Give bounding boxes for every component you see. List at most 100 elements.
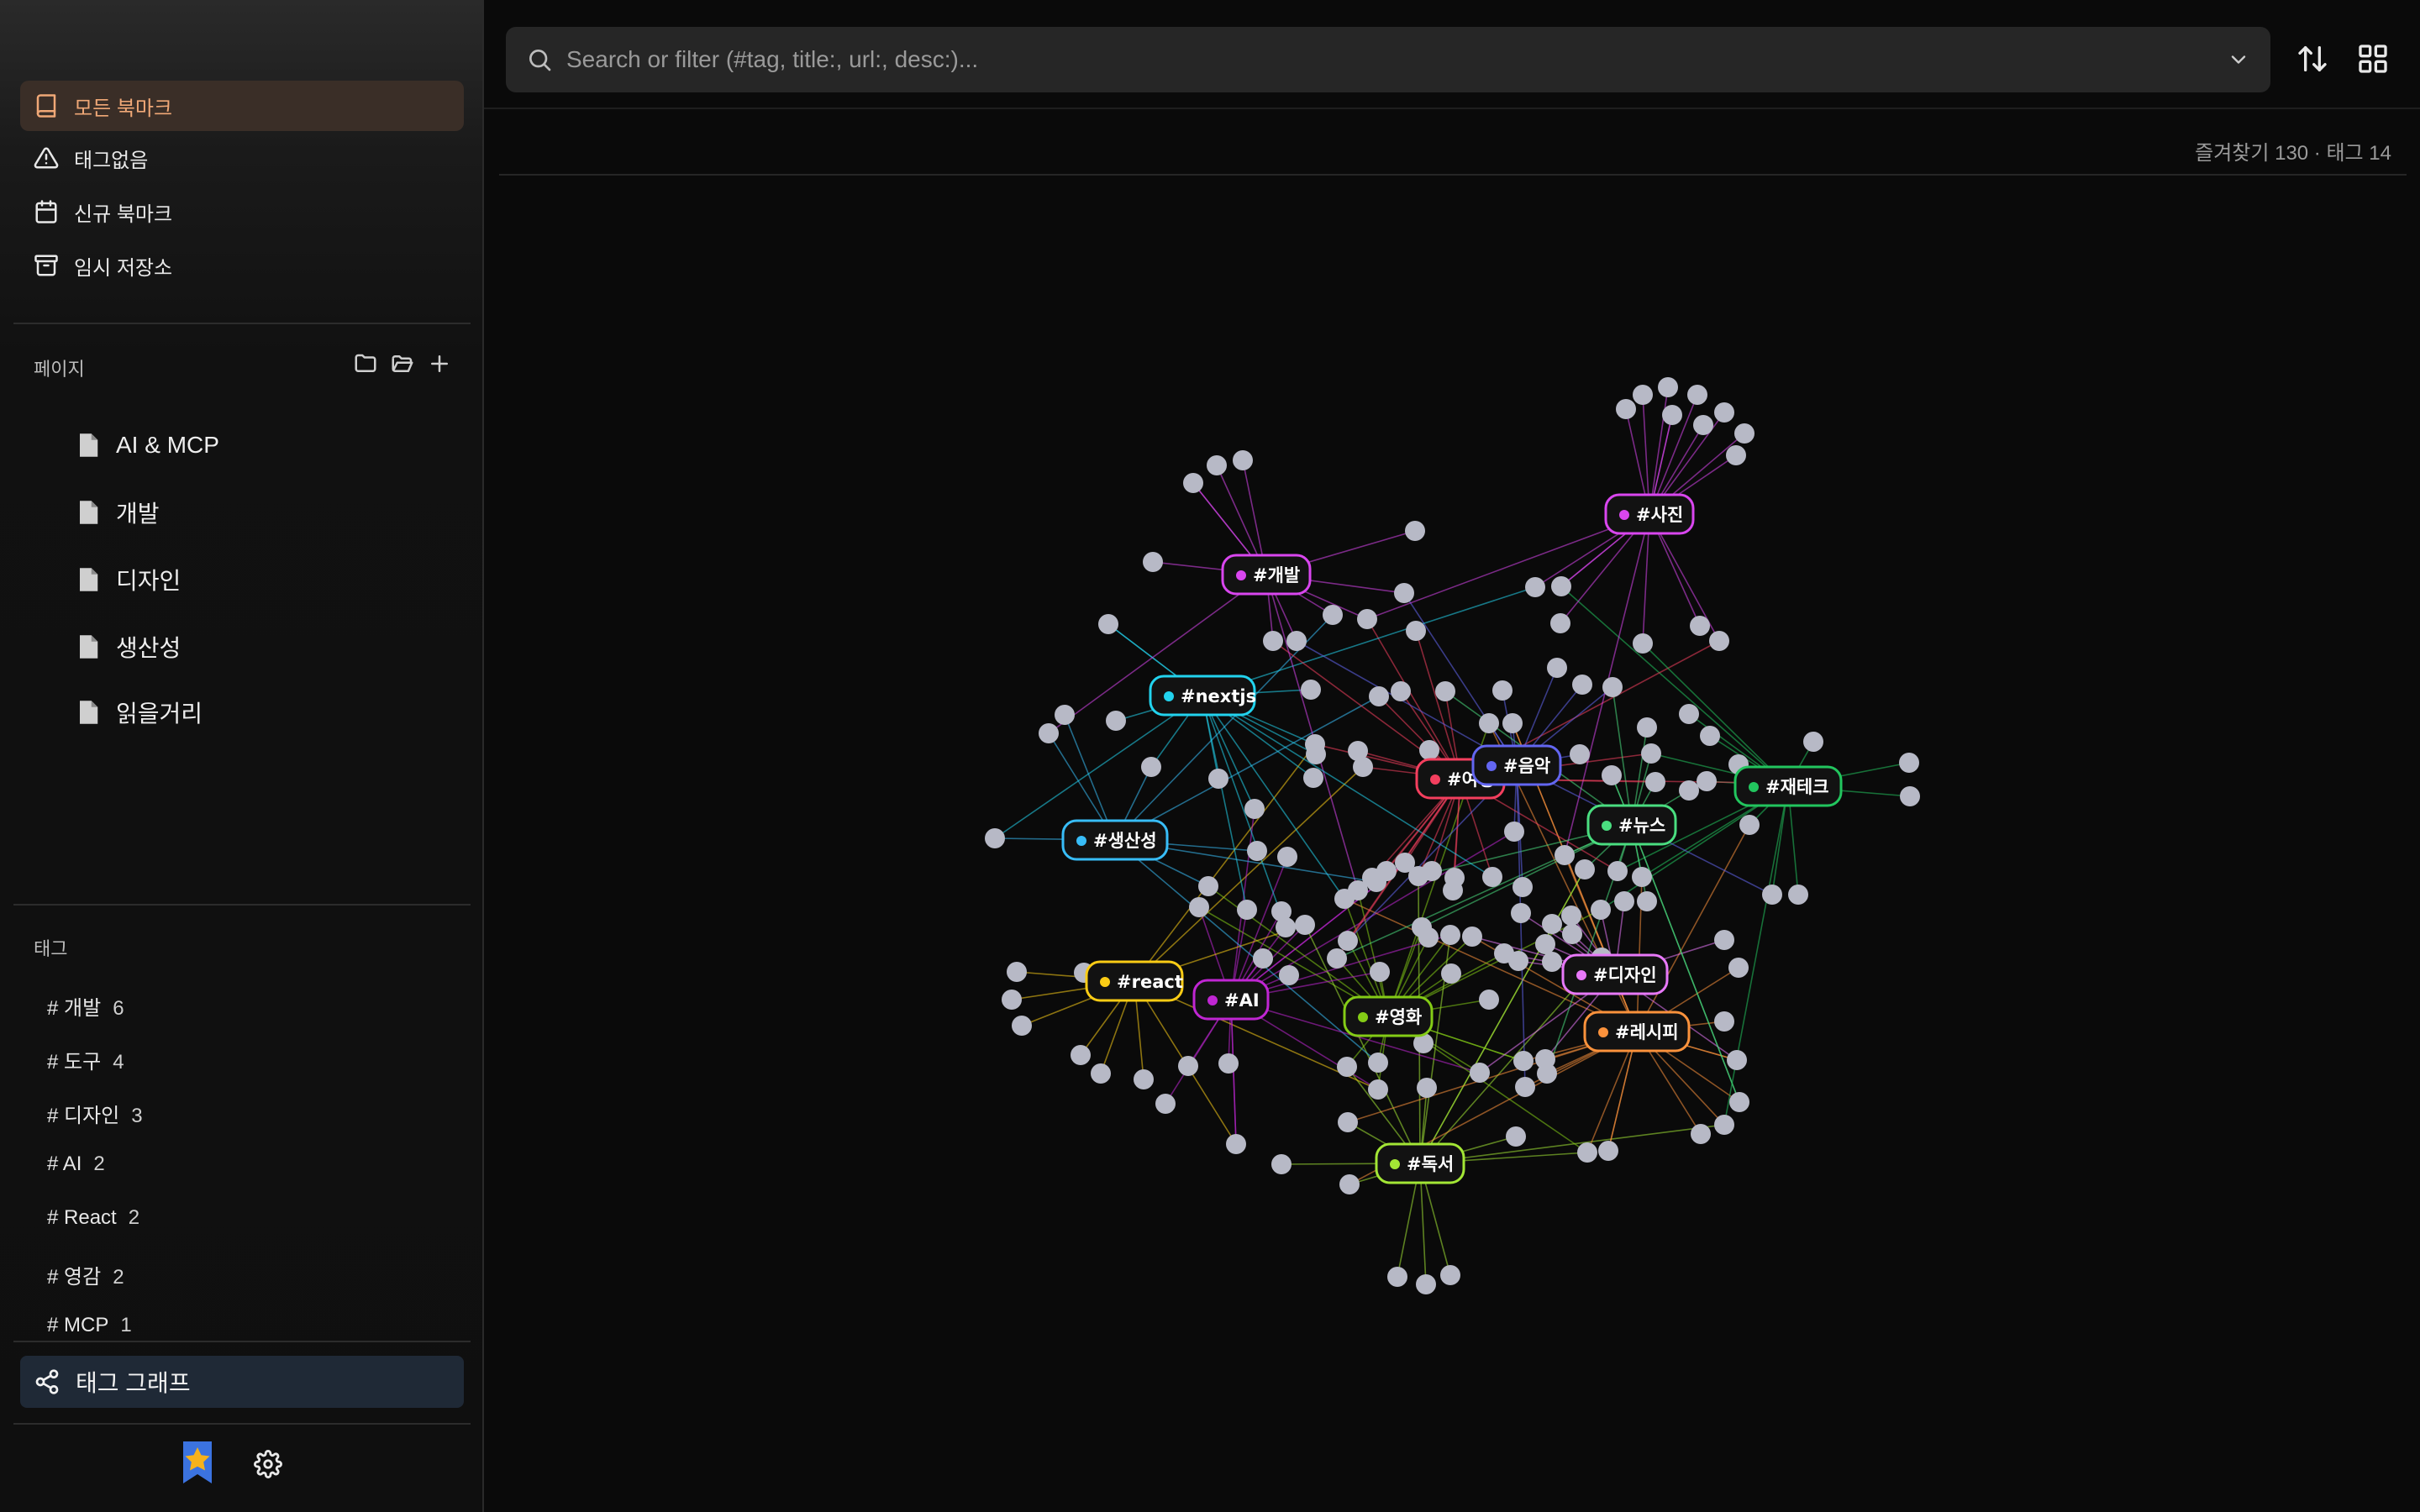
bookmark-node[interactable] (1508, 951, 1528, 971)
tag-node[interactable]: #생산성 (1061, 819, 1169, 861)
bookmark-node[interactable] (1502, 713, 1523, 733)
bookmark-node[interactable] (1279, 965, 1299, 985)
bookmark-node[interactable] (1492, 680, 1512, 701)
bookmark-node[interactable] (1614, 891, 1634, 911)
bookmark-node[interactable] (1714, 402, 1734, 423)
tag-graph-button[interactable]: 태그 그래프 (20, 1356, 464, 1408)
bookmark-node[interactable] (1233, 450, 1253, 470)
bookmark-node[interactable] (1071, 1045, 1091, 1065)
bookmark-node[interactable] (1575, 859, 1595, 879)
bookmark-node[interactable] (1728, 958, 1749, 978)
bookmark-node[interactable] (1263, 631, 1283, 651)
tag-item[interactable]: # 도구 4 (47, 1045, 124, 1074)
bookmark-node[interactable] (1443, 880, 1463, 900)
tag-node[interactable]: #음악 (1471, 744, 1562, 786)
bookmark-node[interactable] (1295, 915, 1315, 935)
bookmark-node[interactable] (1598, 1141, 1618, 1161)
bookmark-node[interactable] (1419, 740, 1439, 760)
tag-node[interactable]: #사진 (1604, 493, 1695, 535)
bookmark-node[interactable] (1633, 385, 1653, 405)
bookmark-node[interactable] (1253, 948, 1273, 969)
bookmark-node[interactable] (1525, 577, 1545, 597)
bookmark-node[interactable] (1405, 521, 1425, 541)
bookmark-node[interactable] (1368, 1079, 1388, 1100)
bookmark-node[interactable] (1435, 681, 1455, 701)
bookmark-node[interactable] (1141, 757, 1161, 777)
new-folder-button[interactable] (353, 351, 378, 376)
nav-all-bookmarks[interactable]: 모든 북마크 (20, 81, 464, 131)
bookmark-node[interactable] (1662, 405, 1682, 425)
bookmark-node[interactable] (1387, 1267, 1407, 1287)
tag-item[interactable]: # 개발 6 (47, 991, 124, 1021)
bookmark-node[interactable] (1244, 799, 1265, 819)
tag-item[interactable]: # React 2 (47, 1206, 139, 1230)
bookmark-node[interactable] (1555, 845, 1575, 865)
bookmark-node[interactable] (1366, 872, 1386, 892)
bookmark-node[interactable] (1323, 605, 1343, 625)
bookmark-node[interactable] (1899, 753, 1919, 773)
bookmark-node[interactable] (1183, 473, 1203, 493)
bookmark-node[interactable] (1479, 990, 1499, 1010)
bookmark-node[interactable] (1441, 963, 1461, 984)
bookmark-node[interactable] (1301, 680, 1321, 700)
bookmark-node[interactable] (1679, 704, 1699, 724)
bookmark-node[interactable] (1039, 723, 1059, 743)
tag-item[interactable]: # MCP 1 (47, 1314, 132, 1337)
bookmark-node[interactable] (1512, 877, 1533, 897)
bookmark-node[interactable] (1513, 1051, 1534, 1071)
bookmark-node[interactable] (1337, 1057, 1357, 1077)
tag-node[interactable]: #개발 (1221, 554, 1312, 596)
bookmark-node[interactable] (1506, 1126, 1526, 1147)
bookmark-node[interactable] (985, 828, 1005, 848)
bookmark-node[interactable] (1632, 867, 1652, 887)
tag-node[interactable]: #뉴스 (1586, 804, 1677, 846)
bookmark-node[interactable] (1607, 861, 1628, 881)
bookmark-node[interactable] (1726, 445, 1746, 465)
bookmark-node[interactable] (1693, 415, 1713, 435)
bookmark-node[interactable] (1338, 931, 1358, 951)
bookmark-node[interactable] (1007, 962, 1027, 982)
bookmark-node[interactable] (1207, 455, 1227, 475)
sort-button[interactable] (2292, 39, 2333, 79)
bookmark-node[interactable] (1803, 732, 1823, 752)
bookmark-node[interactable] (1645, 772, 1665, 792)
bookmark-node[interactable] (1055, 705, 1075, 725)
tag-node[interactable]: #디자인 (1561, 953, 1669, 995)
bookmark-node[interactable] (1134, 1069, 1154, 1089)
page-item-productivity[interactable]: 생산성 (77, 622, 181, 672)
search-bar[interactable] (506, 27, 2270, 92)
bookmark-node[interactable] (1641, 743, 1661, 764)
bookmark-node[interactable] (1218, 1053, 1239, 1074)
bookmark-node[interactable] (1515, 1077, 1535, 1097)
bookmark-node[interactable] (1602, 765, 1622, 785)
nav-untagged[interactable]: 태그없음 (20, 133, 464, 183)
bookmark-node[interactable] (1542, 952, 1562, 972)
tag-item[interactable]: # 디자인 3 (47, 1099, 143, 1128)
bookmark-node[interactable] (1709, 631, 1729, 651)
bookmark-node[interactable] (1561, 906, 1581, 926)
bookmark-node[interactable] (1338, 1112, 1358, 1132)
bookmark-node[interactable] (1353, 757, 1373, 777)
bookmark-node[interactable] (1470, 1063, 1490, 1083)
bookmark-node[interactable] (1577, 1142, 1597, 1163)
bookmark-node[interactable] (1658, 377, 1678, 397)
bookmark-node[interactable] (1237, 900, 1257, 920)
bookmark-node[interactable] (1370, 962, 1390, 982)
tag-node[interactable]: #재테크 (1733, 765, 1843, 807)
bookmark-node[interactable] (1591, 900, 1611, 920)
bookmark-node[interactable] (1542, 914, 1562, 934)
bookmark-node[interactable] (1416, 1274, 1436, 1294)
page-item-ai-mcp[interactable]: AI & MCP (77, 420, 219, 470)
bookmark-node[interactable] (1462, 927, 1482, 947)
tag-node[interactable]: #레시피 (1583, 1011, 1691, 1053)
bookmark-node[interactable] (1570, 744, 1590, 764)
bookmark-node[interactable] (1369, 686, 1389, 706)
bookmark-node[interactable] (1714, 1115, 1734, 1135)
bookmark-node[interactable] (1357, 609, 1377, 629)
bookmark-node[interactable] (1572, 675, 1592, 695)
tag-item[interactable]: # AI 2 (47, 1152, 105, 1176)
bookmark-node[interactable] (1178, 1056, 1198, 1076)
bookmark-node[interactable] (1691, 1124, 1711, 1144)
bookmark-node[interactable] (1391, 681, 1411, 701)
grid-view-button[interactable] (2353, 39, 2393, 79)
